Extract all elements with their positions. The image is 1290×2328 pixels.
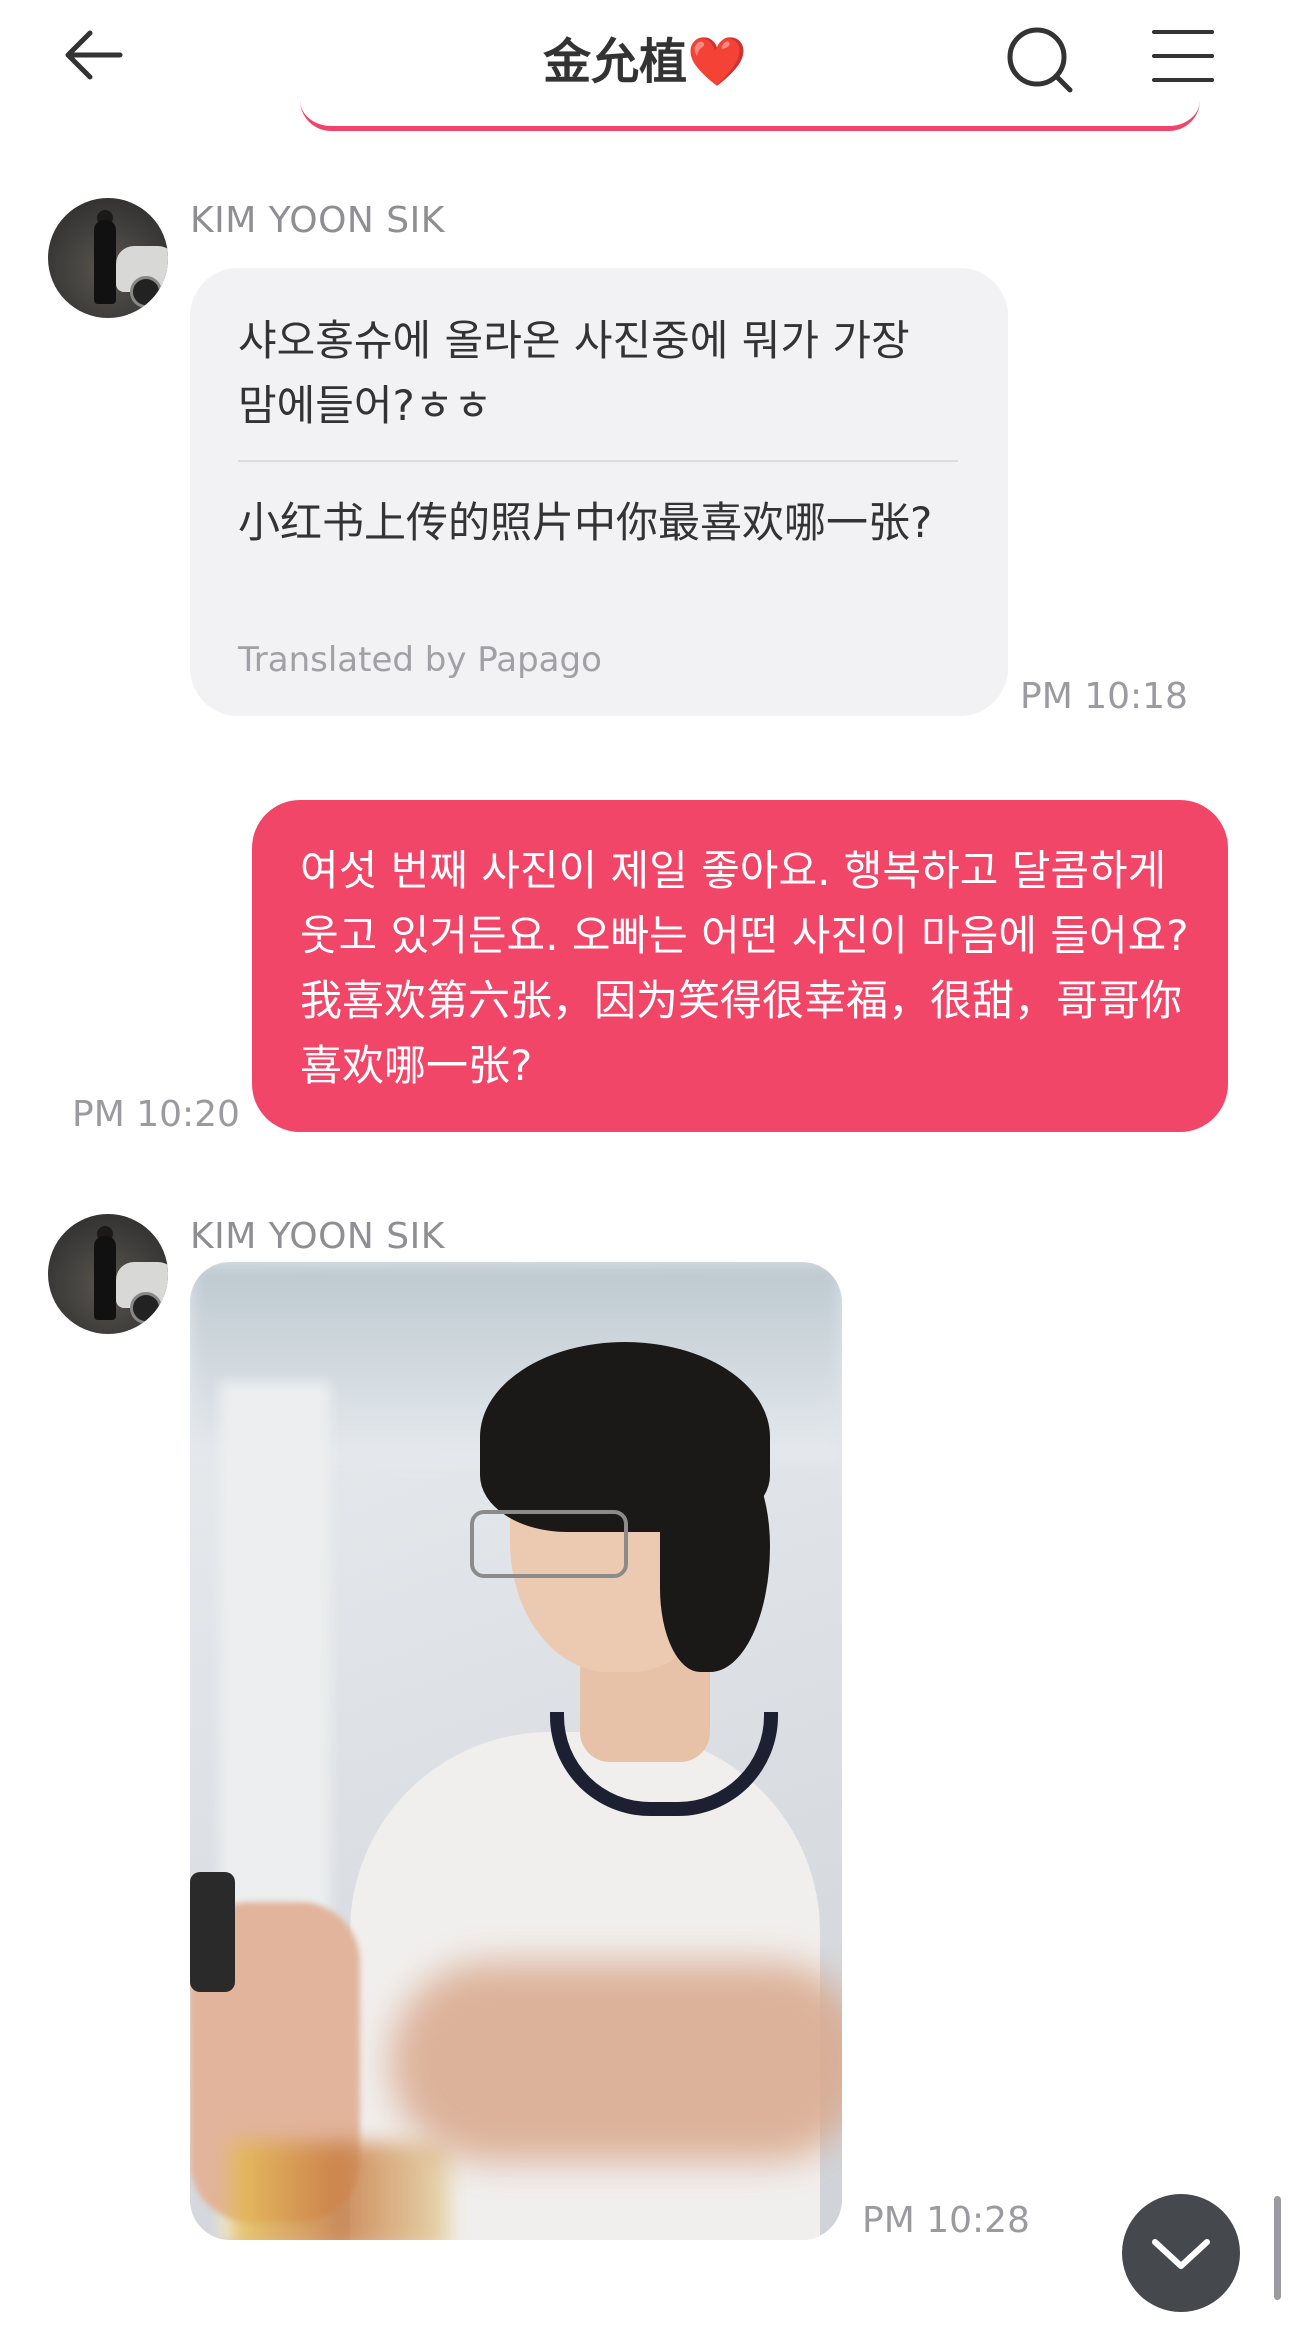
hamburger-menu-icon [1152, 30, 1214, 82]
photo-message[interactable] [190, 1262, 842, 2240]
photo-hair-side [660, 1442, 770, 1672]
translation-divider [238, 460, 958, 462]
scroll-to-bottom-button[interactable] [1122, 2194, 1240, 2312]
message-original-text: 샤오홍슈에 올라온 사진중에 뭐가 가장 맘에들어?ㅎㅎ [238, 316, 910, 430]
avatar[interactable] [48, 198, 168, 318]
avatar[interactable] [48, 1214, 168, 1334]
photo-hand [390, 1962, 842, 2162]
previous-message-edge [300, 100, 1200, 131]
message-translation-text: 小红书上传的照片中你最喜欢哪一张? [238, 498, 933, 547]
avatar-wheel [130, 1292, 162, 1324]
translation-credit: Translated by Papago [238, 640, 602, 680]
search-button[interactable] [1003, 23, 1075, 95]
avatar-figure [94, 220, 116, 304]
avatar-wheel [130, 276, 162, 308]
message-timestamp: PM 10:18 [1020, 676, 1188, 717]
outgoing-message-bubble[interactable]: 여섯 번째 사진이 제일 좋아요. 행복하고 달콤하게 웃고 있거든요. 오빠는… [252, 800, 1228, 1132]
photo-glasses [470, 1510, 628, 1578]
chevron-down-icon [1152, 2239, 1210, 2269]
sender-name: KIM YOON SIK [190, 1216, 445, 1257]
search-icon [1007, 27, 1073, 93]
photo-phone [190, 1872, 235, 1992]
chat-title: 金允植❤️ [543, 34, 747, 90]
avatar-figure [94, 1236, 116, 1320]
message-text: 여섯 번째 사진이 제일 좋아요. 행복하고 달콤하게 웃고 있거든요. 오빠는… [300, 846, 1189, 1090]
message-timestamp: PM 10:20 [72, 1094, 240, 1135]
photo-snacks [230, 2142, 450, 2240]
scrollbar[interactable] [1274, 2196, 1281, 2300]
incoming-message-bubble[interactable]: 샤오홍슈에 올라온 사진중에 뭐가 가장 맘에들어?ㅎㅎ 小红书上传的照片中你最… [190, 268, 1008, 716]
message-timestamp: PM 10:28 [862, 2200, 1030, 2241]
sender-name: KIM YOON SIK [190, 200, 445, 241]
menu-button[interactable] [1150, 26, 1216, 86]
